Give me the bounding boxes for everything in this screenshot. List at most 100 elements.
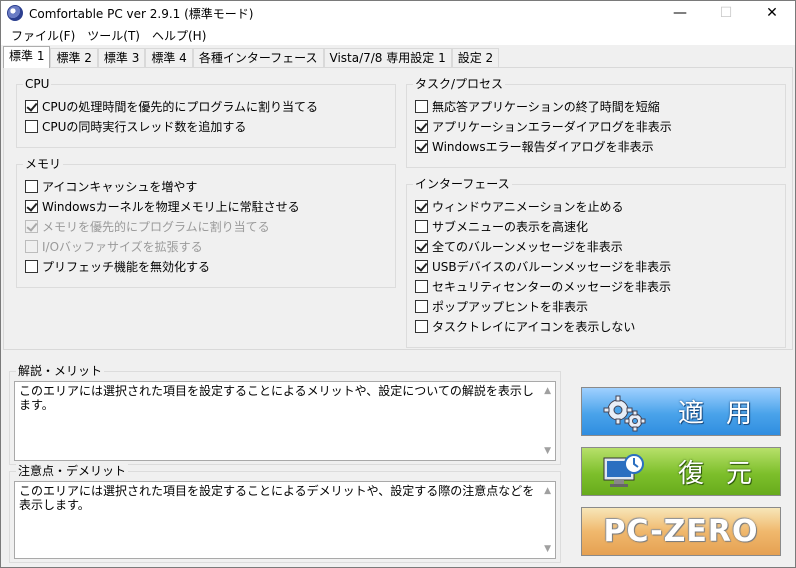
checkbox-checked[interactable] [415, 239, 428, 253]
checkbox-checked[interactable] [415, 259, 428, 273]
checkbox-checked[interactable] [415, 199, 428, 213]
caution-textarea[interactable]: このエリアには選択された項目を設定することによるデメリットや、設定する際の注意点… [14, 481, 556, 559]
tab-interfaces[interactable]: 各種インターフェース [192, 48, 324, 68]
memory-group: メモリ アイコンキャッシュを増やす Windowsカーネルを物理メモリ上に常駐させ… [16, 157, 396, 288]
memory-option: メモリを優先的にプログラムに割り当てる [25, 217, 270, 235]
tab-settings-2[interactable]: 設定 2 [451, 48, 500, 68]
memory-option-label: Windowsカーネルを物理メモリ上に常駐させる [42, 199, 300, 214]
scroll-up-icon[interactable]: ▲ [544, 484, 551, 498]
task-option[interactable]: アプリケーションエラーダイアログを非表示 [415, 117, 672, 135]
cpu-option[interactable]: CPUの処理時間を優先的にプログラムに割り当てる [25, 97, 318, 115]
menu-bar: ファイル(F) ツール(T) ヘルプ(H) [1, 25, 795, 45]
tab-strip: 標準 1 標準 2 標準 3 標準 4 各種インターフェース Vista/7/8… [3, 46, 500, 68]
interface-option-label: セキュリティセンターのメッセージを非表示 [432, 279, 672, 294]
caution-scrollbar[interactable]: ▲ ▼ [538, 482, 555, 558]
tab-standard-3[interactable]: 標準 3 [97, 48, 146, 68]
app-icon [7, 5, 23, 21]
checkbox-unchecked[interactable] [25, 179, 38, 193]
window-controls: — ☐ ✕ [657, 1, 795, 25]
title-bar: Comfortable PC ver 2.9.1 (標準モード) — ☐ ✕ [1, 1, 795, 25]
interface-option-label: ウィンドウアニメーションを止める [432, 199, 624, 214]
checkbox-unchecked[interactable] [415, 299, 428, 313]
interface-option[interactable]: タスクトレイにアイコンを表示しない [415, 317, 635, 335]
task-option-label: 無応答アプリケーションの終了時間を短縮 [432, 99, 660, 114]
checkbox-unchecked [25, 239, 38, 253]
memory-option[interactable]: Windowsカーネルを物理メモリ上に常駐させる [25, 197, 300, 215]
scroll-down-icon[interactable]: ▼ [544, 542, 551, 556]
memory-option-label: プリフェッチ機能を無効化する [42, 259, 211, 274]
task-group-title: タスク/プロセス [413, 77, 506, 91]
checkbox-unchecked[interactable] [25, 119, 38, 133]
interface-option-label: 全てのバルーンメッセージを非表示 [432, 239, 623, 254]
caution-group: 注意点・デメリット このエリアには選択された項目を設定することによるデメリットや… [9, 464, 561, 563]
restore-button-label: 復元 [678, 459, 775, 489]
interface-option-label: サブメニューの表示を高速化 [432, 219, 589, 234]
task-option[interactable]: 無応答アプリケーションの終了時間を短縮 [415, 97, 660, 115]
tab-standard-2[interactable]: 標準 2 [50, 48, 98, 68]
menu-tools[interactable]: ツール(T) [81, 27, 146, 44]
memory-option-label: I/Oバッファサイズを拡張する [42, 239, 203, 254]
apply-button[interactable]: 適用 [581, 387, 781, 436]
caution-text: このエリアには選択された項目を設定することによるデメリットや、設定する際の注意点… [19, 484, 535, 512]
scroll-up-icon[interactable]: ▲ [544, 384, 551, 398]
pczero-button[interactable]: PC-ZERO [581, 507, 781, 556]
checkbox-checked [25, 219, 38, 233]
task-option[interactable]: Windowsエラー報告ダイアログを非表示 [415, 137, 654, 155]
window-title: Comfortable PC ver 2.9.1 (標準モード) [29, 6, 254, 21]
interface-option-label: USBデバイスのバルーンメッセージを非表示 [432, 259, 672, 274]
checkbox-unchecked[interactable] [415, 319, 428, 333]
task-group: タスク/プロセス 無応答アプリケーションの終了時間を短縮 アプリケーションエラーダ… [406, 77, 786, 168]
cpu-option-label: CPUの同時実行スレッド数を追加する [42, 119, 247, 134]
checkbox-checked[interactable] [25, 99, 38, 113]
memory-group-title: メモリ [23, 157, 64, 171]
memory-option: I/Oバッファサイズを拡張する [25, 237, 203, 255]
explanation-text: このエリアには選択された項目を設定することによるメリットや、設定についての解説を… [19, 384, 534, 412]
interface-option[interactable]: セキュリティセンターのメッセージを非表示 [415, 277, 671, 295]
tab-vista-settings-1[interactable]: Vista/7/8 専用設定 1 [323, 48, 452, 68]
checkbox-unchecked[interactable] [415, 279, 428, 293]
explanation-scrollbar[interactable]: ▲ ▼ [538, 382, 555, 460]
cpu-option-label: CPUの処理時間を優先的にプログラムに割り当てる [42, 99, 319, 114]
restore-monitor-icon [603, 453, 644, 487]
maximize-button[interactable]: ☐ [703, 1, 749, 25]
checkbox-checked[interactable] [25, 199, 38, 213]
tab-standard-4[interactable]: 標準 4 [145, 48, 193, 68]
checkbox-checked[interactable] [415, 139, 428, 153]
minimize-button[interactable]: — [657, 1, 703, 25]
pczero-logo: PC-ZERO [603, 514, 759, 549]
interface-option-label: タスクトレイにアイコンを表示しない [432, 319, 636, 334]
memory-option[interactable]: アイコンキャッシュを増やす [25, 177, 197, 195]
scroll-down-icon[interactable]: ▼ [544, 444, 551, 458]
menu-help[interactable]: ヘルプ(H) [146, 27, 212, 44]
explanation-textarea[interactable]: このエリアには選択された項目を設定することによるメリットや、設定についての解説を… [14, 381, 556, 461]
menu-file[interactable]: ファイル(F) [5, 27, 81, 44]
apply-button-label: 適用 [678, 399, 775, 429]
interface-option[interactable]: ポップアップヒントを非表示 [415, 297, 588, 315]
tab-standard-1[interactable]: 標準 1 [3, 46, 51, 68]
interface-group-title: インターフェース [413, 177, 512, 191]
interface-group: インターフェース ウィンドウアニメーションを止める サブメニューの表示を高速化全て… [406, 177, 786, 348]
interface-option[interactable]: USBデバイスのバルーンメッセージを非表示 [415, 257, 671, 275]
tab-page-standard-1: CPU CPUの処理時間を優先的にプログラムに割り当てる CPUの同時実行スレッド… [3, 67, 793, 350]
explanation-title: 解説・メリット [16, 364, 105, 378]
checkbox-checked[interactable] [415, 119, 428, 133]
memory-option[interactable]: プリフェッチ機能を無効化する [25, 257, 210, 275]
caution-title: 注意点・デメリット [16, 464, 129, 478]
close-button[interactable]: ✕ [749, 1, 795, 25]
interface-option[interactable]: ウィンドウアニメーションを止める [415, 197, 624, 215]
interface-option[interactable]: 全てのバルーンメッセージを非表示 [415, 237, 623, 255]
app-window: Comfortable PC ver 2.9.1 (標準モード) — ☐ ✕ フ… [0, 0, 796, 568]
checkbox-unchecked[interactable] [415, 99, 428, 113]
cpu-option[interactable]: CPUの同時実行スレッド数を追加する [25, 117, 246, 135]
memory-option-label: アイコンキャッシュを増やす [42, 179, 198, 194]
restore-button[interactable]: 復元 [581, 447, 781, 496]
cpu-group: CPU CPUの処理時間を優先的にプログラムに割り当てる CPUの同時実行スレッド… [16, 77, 396, 148]
checkbox-unchecked[interactable] [25, 259, 38, 273]
cpu-group-title: CPU [23, 77, 52, 91]
interface-option[interactable]: サブメニューの表示を高速化 [415, 217, 588, 235]
explanation-group: 解説・メリット このエリアには選択された項目を設定することによるメリットや、設定… [9, 364, 561, 465]
task-option-label: Windowsエラー報告ダイアログを非表示 [432, 139, 654, 154]
memory-option-label: メモリを優先的にプログラムに割り当てる [42, 219, 270, 234]
interface-option-label: ポップアップヒントを非表示 [432, 299, 589, 314]
checkbox-unchecked[interactable] [415, 219, 428, 233]
